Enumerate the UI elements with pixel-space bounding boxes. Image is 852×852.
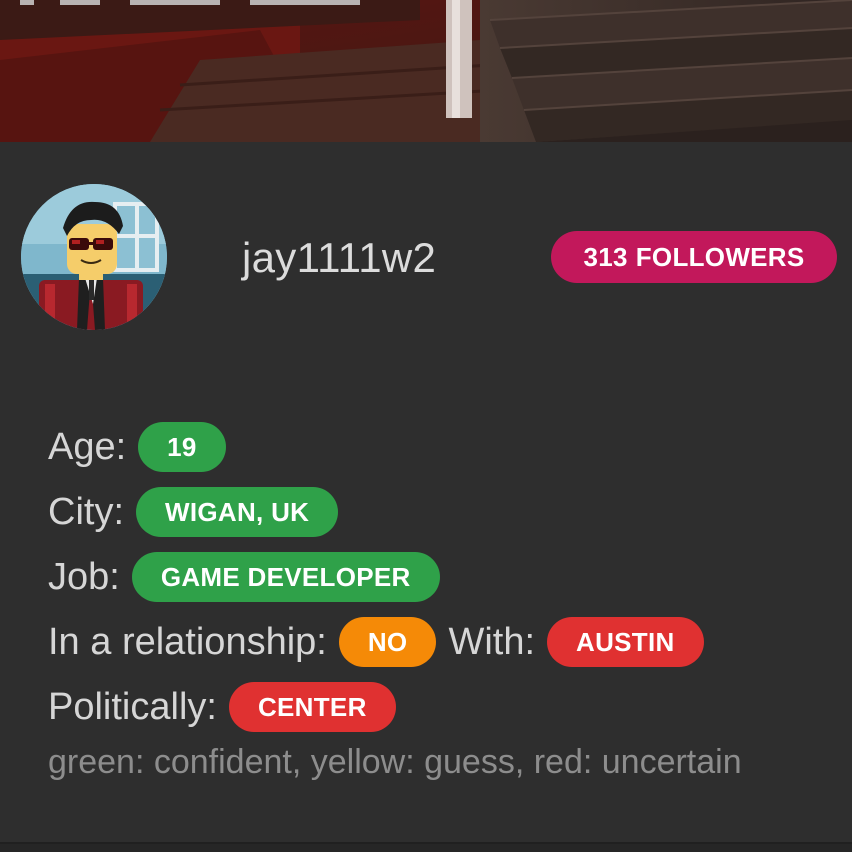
city-badge: WIGAN, UK: [136, 487, 339, 537]
politics-label: Politically:: [48, 686, 217, 728]
job-label: Job:: [48, 556, 120, 598]
age-label: Age:: [48, 426, 127, 468]
age-badge: 19: [138, 422, 226, 472]
avatar[interactable]: [21, 184, 167, 330]
relationship-label: In a relationship:: [48, 621, 327, 663]
politics-badge: CENTER: [228, 682, 396, 732]
confidence-legend: green: confident, yellow: guess, red: un…: [48, 743, 742, 781]
with-badge: AUSTIN: [547, 617, 704, 667]
bottom-strip: [0, 844, 852, 852]
banner-image: [0, 0, 852, 142]
age-row: Age: 19: [48, 421, 226, 473]
relationship-badge: NO: [338, 617, 437, 667]
avatar-image: [21, 184, 167, 330]
politics-row: Politically: CENTER: [48, 681, 396, 733]
job-row: Job: GAME DEVELOPER: [48, 551, 440, 603]
followers-badge[interactable]: 313 FOLLOWERS: [551, 231, 837, 283]
city-label: City:: [48, 491, 124, 533]
relationship-row: In a relationship: NO With: AUSTIN: [48, 616, 704, 668]
username: jay1111w2: [242, 234, 437, 281]
followers-count: 313: [583, 242, 628, 272]
with-label: With:: [448, 621, 536, 663]
profile-card: jay1111w2 313 FOLLOWERS Age: 19 City: WIG…: [0, 0, 852, 852]
job-badge: GAME DEVELOPER: [131, 552, 440, 602]
city-row: City: WIGAN, UK: [48, 486, 339, 538]
followers-label: FOLLOWERS: [635, 242, 805, 272]
